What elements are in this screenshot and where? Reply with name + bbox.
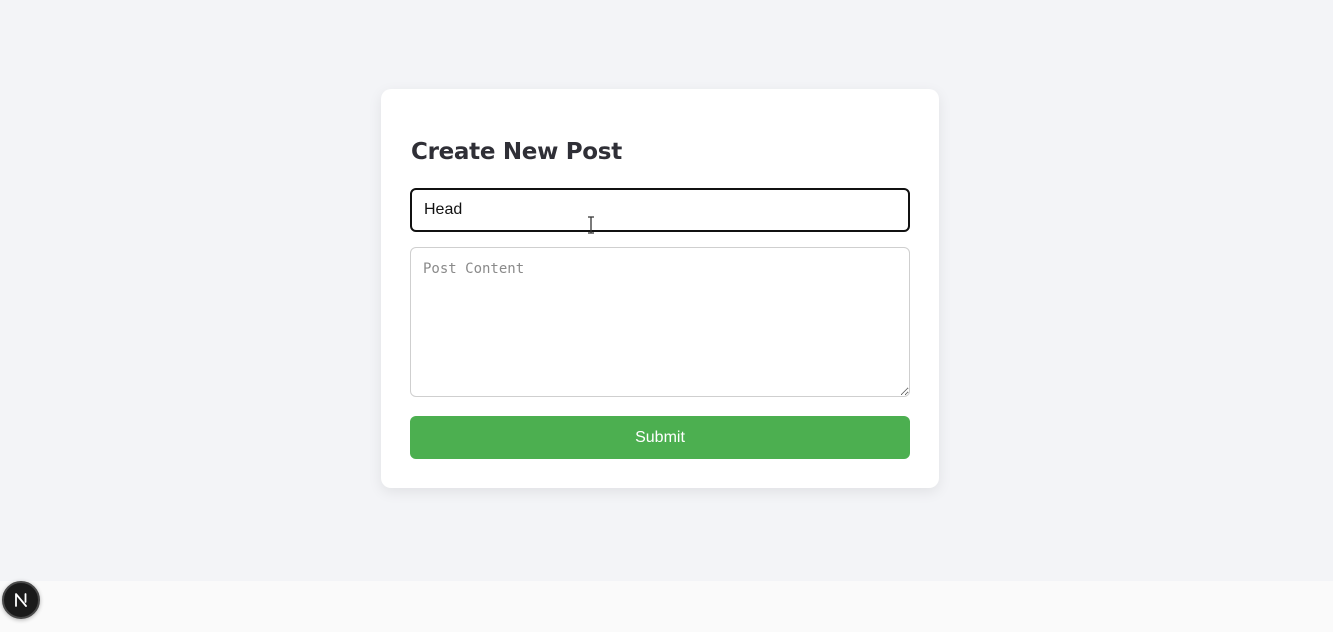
- create-post-card: Create New Post Submit: [381, 89, 939, 488]
- page-title: Create New Post: [411, 139, 622, 165]
- post-content-textarea[interactable]: [410, 247, 910, 397]
- nextjs-dev-indicator[interactable]: [2, 581, 40, 619]
- nextjs-logo-icon: [15, 593, 27, 607]
- submit-button[interactable]: Submit: [410, 416, 910, 459]
- post-title-input[interactable]: [410, 188, 910, 232]
